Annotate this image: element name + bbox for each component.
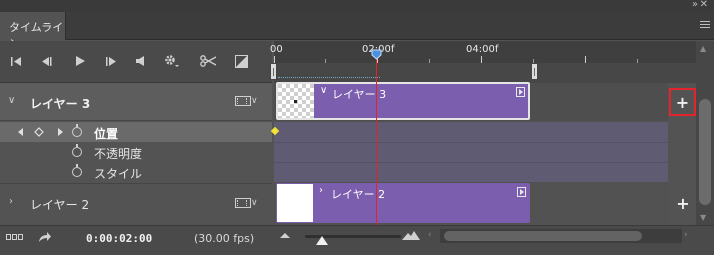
track-divider [274,162,696,163]
next-frame-button[interactable] [103,50,119,72]
clip-thumbnail [278,84,314,118]
playhead-line [376,54,377,225]
close-icon[interactable]: ✕ [700,0,708,10]
chevron-down-icon[interactable]: ∨ [251,198,258,208]
play-button[interactable] [72,50,88,72]
zoom-out-icon[interactable] [280,232,290,238]
layer-row-2[interactable]: › レイヤー 2 ∨ [0,183,272,225]
panel-menu-icon[interactable] [700,21,710,29]
layer-name: レイヤー 3 [30,97,91,111]
property-row-style[interactable]: スタイル [0,162,272,182]
skip-to-start-icon [11,56,21,66]
render-video-icon[interactable] [38,231,52,243]
split-button[interactable] [198,50,218,72]
chevron-right-icon[interactable]: › [319,185,323,196]
ruler-label: 00 [270,44,283,55]
scissors-icon [200,55,216,67]
speaker-icon [135,56,144,66]
clip-layer-2[interactable]: › レイヤー 2 [276,183,530,223]
go-to-first-frame-button[interactable] [8,50,24,72]
horizontal-scroll-thumb[interactable] [444,231,642,241]
stopwatch-icon[interactable] [72,164,82,177]
tab-timeline[interactable]: タイムライン [0,12,66,50]
transition-icon [234,54,248,68]
property-tracks [274,122,696,182]
next-keyframe-icon[interactable] [55,127,65,137]
playhead-handle[interactable] [371,49,382,60]
clip-layer-3[interactable]: ∨ レイヤー 3 [276,82,530,120]
panel-top-strip [0,0,714,12]
settings-button[interactable] [162,50,182,72]
chevron-down-icon[interactable]: ∨ [8,95,15,106]
track-divider [274,142,696,143]
clip-end-icon[interactable] [517,187,526,197]
property-row-opacity[interactable]: 不透明度 [0,142,272,162]
previous-frame-button[interactable] [38,50,54,72]
stopwatch-icon[interactable] [72,124,82,137]
layer-row-3[interactable]: ∨ レイヤー 3 ∨ [0,83,272,121]
chevron-right-icon[interactable]: › [9,196,13,207]
property-label: 不透明度 [94,147,143,161]
clip-end-icon[interactable] [516,87,525,97]
tab-bar [0,12,714,40]
property-row-position[interactable]: 位置 [0,122,272,142]
stopwatch-icon[interactable] [72,144,82,157]
work-area-start-handle[interactable] [270,63,277,80]
add-media-button[interactable]: + [672,193,694,213]
gear-icon [165,55,179,67]
frame-animation-icon[interactable] [6,234,24,241]
vertical-scroll-thumb[interactable] [699,99,711,205]
scroll-down-icon[interactable]: ▼ [700,213,706,222]
film-icon[interactable] [235,96,251,106]
scroll-left-icon[interactable]: ‹ [428,230,432,240]
ruler-ticks [274,56,638,63]
work-area-end-handle[interactable] [531,63,538,80]
add-media-button[interactable]: + [669,88,696,116]
step-back-icon [41,56,51,66]
audio-button[interactable] [132,50,148,72]
scroll-up-icon[interactable]: ▲ [700,44,706,53]
zoom-slider-thumb[interactable] [316,236,328,245]
step-forward-icon [105,56,116,66]
property-label: 位置 [94,127,119,141]
chevron-down-icon[interactable]: ∨ [320,85,327,96]
double-chevron-right-icon[interactable]: » [692,0,698,10]
scroll-right-icon[interactable]: › [684,230,688,240]
render-cache-indicator [278,77,380,80]
previous-keyframe-icon[interactable] [17,127,27,137]
play-icon [75,56,85,66]
zoom-in-icon[interactable] [402,230,420,240]
transition-button[interactable] [232,50,250,72]
clip-thumbnail [277,184,313,222]
chevron-down-icon[interactable]: ∨ [251,96,258,106]
add-keyframe-icon[interactable] [34,127,44,137]
property-label: スタイル [94,167,143,181]
frame-rate: (30.00 fps) [194,232,255,245]
work-area-bar[interactable] [274,63,696,83]
film-icon[interactable] [235,198,251,208]
ruler-label: 04:00f [466,44,499,55]
clip-label: レイヤー 3 [332,88,387,101]
current-timecode[interactable]: 0:00:02:00 [86,232,152,245]
layer-name: レイヤー 2 [30,198,90,212]
clip-label: レイヤー 2 [331,188,386,201]
